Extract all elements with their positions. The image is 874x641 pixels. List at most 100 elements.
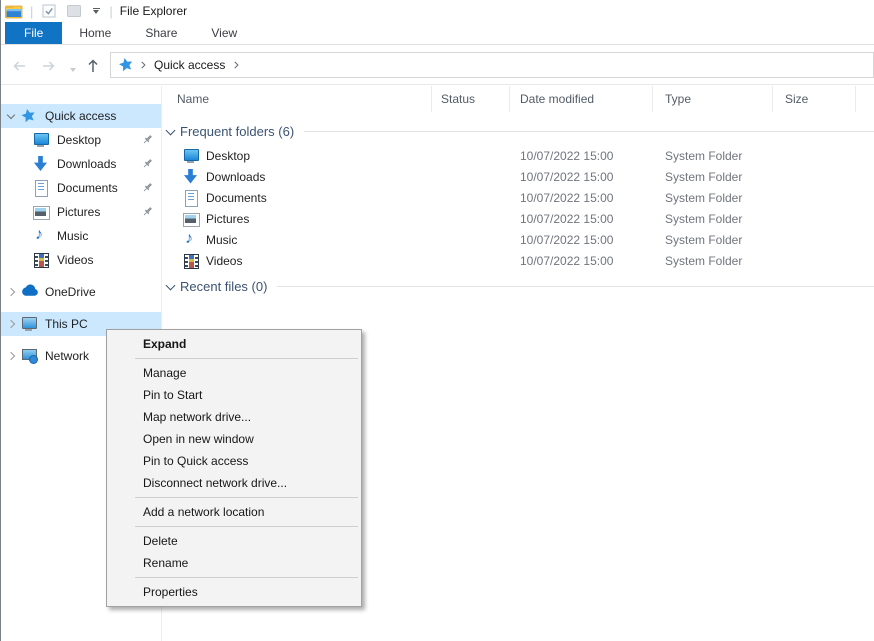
breadcrumb-location[interactable]: Quick access	[152, 58, 227, 72]
file-type: System Folder	[653, 149, 773, 163]
sidebar-item-label: Pictures	[57, 205, 100, 219]
quick-access-star-icon	[20, 108, 38, 124]
pin-icon	[142, 206, 153, 220]
tab-share[interactable]: Share	[128, 22, 194, 44]
sidebar-item-label: OneDrive	[45, 285, 96, 299]
breadcrumb-chevron-icon[interactable]	[138, 60, 148, 70]
menu-item-manage[interactable]: Manage	[107, 362, 361, 384]
group-header-rule	[277, 286, 874, 287]
file-row-downloads[interactable]: Downloads 10/07/2022 15:00 System Folder	[162, 166, 874, 187]
window-title: File Explorer	[120, 4, 187, 18]
menu-item-add-a-network-location[interactable]: Add a network location	[107, 501, 361, 523]
recent-locations-caret-icon[interactable]	[64, 61, 82, 79]
breadcrumb-chevron-icon[interactable]	[231, 60, 241, 70]
chevron-down-icon[interactable]	[7, 111, 15, 119]
file-date-modified: 10/07/2022 15:00	[510, 212, 653, 226]
tab-view[interactable]: View	[194, 22, 254, 44]
pin-icon	[142, 134, 153, 148]
qat-customize-caret-icon[interactable]	[90, 8, 102, 14]
menu-separator	[135, 577, 358, 578]
forward-button[interactable]	[40, 57, 58, 75]
file-name: Desktop	[206, 149, 250, 163]
pictures-icon	[182, 211, 200, 227]
menu-separator	[135, 526, 358, 527]
file-name: Downloads	[206, 170, 265, 184]
sidebar-item-label: Quick access	[45, 109, 116, 123]
this-pc-icon	[20, 316, 38, 332]
window-border	[0, 0, 1, 641]
column-header-name[interactable]: Name	[162, 86, 432, 112]
music-icon	[32, 228, 50, 244]
file-name: Music	[206, 233, 237, 247]
chevron-down-icon	[166, 280, 176, 290]
sidebar-item-label: Desktop	[57, 133, 101, 147]
column-headers: Name Status Date modified Type Size	[162, 86, 874, 112]
chevron-right-icon[interactable]	[7, 320, 15, 328]
group-header-rule	[304, 131, 874, 132]
titlebar-separator: |	[30, 4, 33, 19]
file-type: System Folder	[653, 212, 773, 226]
file-date-modified: 10/07/2022 15:00	[510, 170, 653, 184]
column-header-date-modified[interactable]: Date modified	[510, 86, 653, 112]
group-header-label: Recent files (0)	[180, 279, 267, 294]
sidebar-item-downloads[interactable]: Downloads	[0, 152, 161, 176]
sidebar-item-label: Documents	[57, 181, 118, 195]
menu-separator	[135, 358, 358, 359]
menu-item-disconnect-network-drive[interactable]: Disconnect network drive...	[107, 472, 361, 494]
sidebar-item-desktop[interactable]: Desktop	[0, 128, 161, 152]
menu-item-delete[interactable]: Delete	[107, 530, 361, 552]
file-row-videos[interactable]: Videos 10/07/2022 15:00 System Folder	[162, 250, 874, 271]
title-bar: | | File Explorer	[0, 0, 874, 22]
sidebar-item-label: Downloads	[57, 157, 116, 171]
up-button[interactable]	[84, 57, 102, 75]
group-header-recent-files[interactable]: Recent files (0)	[166, 279, 874, 294]
menu-item-pin-to-start[interactable]: Pin to Start	[107, 384, 361, 406]
file-row-pictures[interactable]: Pictures 10/07/2022 15:00 System Folder	[162, 208, 874, 229]
menu-item-open-in-new-window[interactable]: Open in new window	[107, 428, 361, 450]
onedrive-cloud-icon	[20, 284, 38, 300]
documents-icon	[32, 180, 50, 196]
sidebar-item-pictures[interactable]: Pictures	[0, 200, 161, 224]
file-name: Documents	[206, 191, 267, 205]
qat-properties-button[interactable]	[40, 2, 58, 20]
sidebar-item-videos[interactable]: Videos	[0, 248, 161, 272]
menu-item-pin-to-quick-access[interactable]: Pin to Quick access	[107, 450, 361, 472]
file-row-documents[interactable]: Documents 10/07/2022 15:00 System Folder	[162, 187, 874, 208]
sidebar-item-onedrive[interactable]: OneDrive	[0, 280, 161, 304]
music-icon	[182, 232, 200, 248]
menu-item-expand[interactable]: Expand	[107, 333, 361, 355]
column-header-size[interactable]: Size	[773, 86, 856, 112]
file-row-music[interactable]: Music 10/07/2022 15:00 System Folder	[162, 229, 874, 250]
file-row-desktop[interactable]: Desktop 10/07/2022 15:00 System Folder	[162, 145, 874, 166]
ribbon-tabs: File Home Share View	[0, 22, 874, 45]
file-date-modified: 10/07/2022 15:00	[510, 149, 653, 163]
tab-file[interactable]: File	[5, 22, 62, 44]
column-header-type[interactable]: Type	[653, 86, 773, 112]
menu-item-rename[interactable]: Rename	[107, 552, 361, 574]
sidebar-item-quick-access[interactable]: Quick access	[0, 104, 161, 128]
column-header-status[interactable]: Status	[432, 86, 510, 112]
file-name: Videos	[206, 254, 242, 268]
menu-item-properties[interactable]: Properties	[107, 581, 361, 603]
desktop-icon	[32, 132, 50, 148]
sidebar-item-music[interactable]: Music	[0, 224, 161, 248]
sidebar-item-label: This PC	[45, 317, 88, 331]
menu-item-map-network-drive[interactable]: Map network drive...	[107, 406, 361, 428]
documents-icon	[182, 190, 200, 206]
address-bar[interactable]: Quick access	[110, 52, 874, 78]
group-header-frequent-folders[interactable]: Frequent folders (6)	[166, 124, 874, 139]
tab-home[interactable]: Home	[62, 22, 128, 44]
sidebar-item-label: Network	[45, 349, 89, 363]
titlebar-separator: |	[109, 4, 112, 19]
desktop-icon	[182, 148, 200, 164]
pin-icon	[142, 158, 153, 172]
sidebar-item-documents[interactable]: Documents	[0, 176, 161, 200]
chevron-right-icon[interactable]	[7, 288, 15, 296]
file-date-modified: 10/07/2022 15:00	[510, 233, 653, 247]
group-header-label: Frequent folders (6)	[180, 124, 294, 139]
file-name: Pictures	[206, 212, 249, 226]
back-button[interactable]	[10, 57, 28, 75]
menu-separator	[135, 497, 358, 498]
chevron-right-icon[interactable]	[7, 352, 15, 360]
qat-new-folder-button[interactable]	[65, 2, 83, 20]
